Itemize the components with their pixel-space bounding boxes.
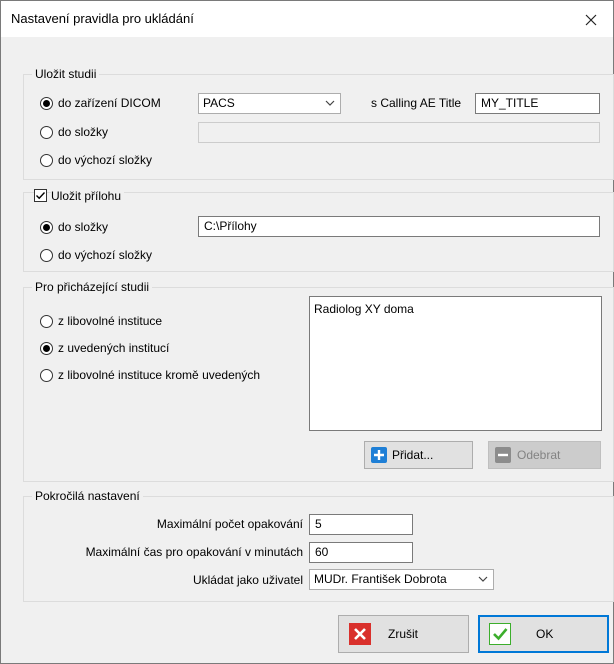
- radio-dicom[interactable]: [40, 97, 53, 110]
- radio-folder-label: do složky: [58, 125, 109, 139]
- max-retries-label: Maximální počet opakování: [156, 517, 303, 531]
- max-retry-time-input[interactable]: 60: [309, 542, 413, 563]
- radio-any-except-listed[interactable]: [40, 369, 53, 382]
- radio-attachment-default-folder[interactable]: [40, 249, 53, 262]
- advanced-legend: Pokročilá nastavení: [32, 488, 143, 504]
- attachment-folder-input[interactable]: C:\Přílohy: [198, 216, 600, 237]
- checkmark-icon: [36, 192, 46, 200]
- add-institution-label: Přidat...: [392, 448, 434, 462]
- minus-icon: [495, 447, 511, 463]
- chevron-down-icon: [473, 570, 493, 589]
- radio-any-institution-label: z libovolné instituce: [58, 314, 163, 328]
- ok-label: OK: [536, 627, 554, 641]
- calling-ae-input[interactable]: MY_TITLE: [475, 93, 600, 114]
- dialog-title: Nastavení pravidla pro ukládání: [11, 11, 194, 26]
- plus-icon: [371, 447, 387, 463]
- checkmark-icon: [489, 623, 511, 645]
- add-institution-button[interactable]: Přidat...: [364, 441, 473, 469]
- radio-attachment-folder[interactable]: [40, 221, 53, 234]
- close-icon: [349, 623, 371, 645]
- incoming-study-legend: Pro přicházející studii: [32, 279, 153, 295]
- cancel-label: Zrušit: [388, 627, 418, 641]
- radio-default-folder[interactable]: [40, 154, 53, 167]
- radio-attachment-folder-label: do složky: [58, 220, 109, 234]
- save-as-user-value: MUDr. František Dobrota: [314, 572, 447, 586]
- dicom-device-value: PACS: [203, 96, 235, 110]
- close-icon[interactable]: [569, 1, 613, 37]
- cancel-button[interactable]: Zrušit: [338, 615, 469, 653]
- title-bar: Nastavení pravidla pro ukládání: [1, 1, 613, 37]
- list-item[interactable]: Radiolog XY doma: [314, 301, 414, 317]
- ok-button[interactable]: OK: [478, 615, 609, 653]
- dicom-device-select[interactable]: PACS: [198, 93, 341, 114]
- institutions-list[interactable]: Radiolog XY doma: [309, 296, 602, 431]
- save-attachment-label: Uložit přílohu: [51, 188, 125, 204]
- max-retries-input[interactable]: 5: [309, 514, 413, 535]
- remove-institution-button[interactable]: Odebrat: [488, 441, 601, 469]
- save-attachment-checkbox[interactable]: [34, 189, 47, 202]
- remove-institution-label: Odebrat: [517, 448, 561, 462]
- chevron-down-icon: [320, 94, 340, 113]
- radio-any-except-listed-label: z libovolné instituce kromě uvedených: [58, 368, 261, 382]
- study-folder-input[interactable]: [198, 122, 600, 143]
- radio-attachment-default-folder-label: do výchozí složky: [58, 248, 153, 262]
- dialog-window: Nastavení pravidla pro ukládání Uložit s…: [0, 0, 614, 664]
- radio-default-folder-label: do výchozí složky: [58, 153, 153, 167]
- radio-any-institution[interactable]: [40, 315, 53, 328]
- radio-listed-institutions[interactable]: [40, 342, 53, 355]
- save-as-user-select[interactable]: MUDr. František Dobrota: [309, 569, 494, 590]
- save-study-legend: Uložit studii: [32, 66, 100, 82]
- radio-dicom-label: do zařízení DICOM: [58, 96, 161, 110]
- calling-ae-label: s Calling AE Title: [371, 96, 462, 110]
- radio-listed-institutions-label: z uvedených institucí: [58, 341, 170, 355]
- max-retry-time-label: Maximální čas pro opakování v minutách: [85, 545, 303, 559]
- save-as-user-label: Ukládat jako uživatel: [192, 573, 303, 587]
- radio-folder[interactable]: [40, 126, 53, 139]
